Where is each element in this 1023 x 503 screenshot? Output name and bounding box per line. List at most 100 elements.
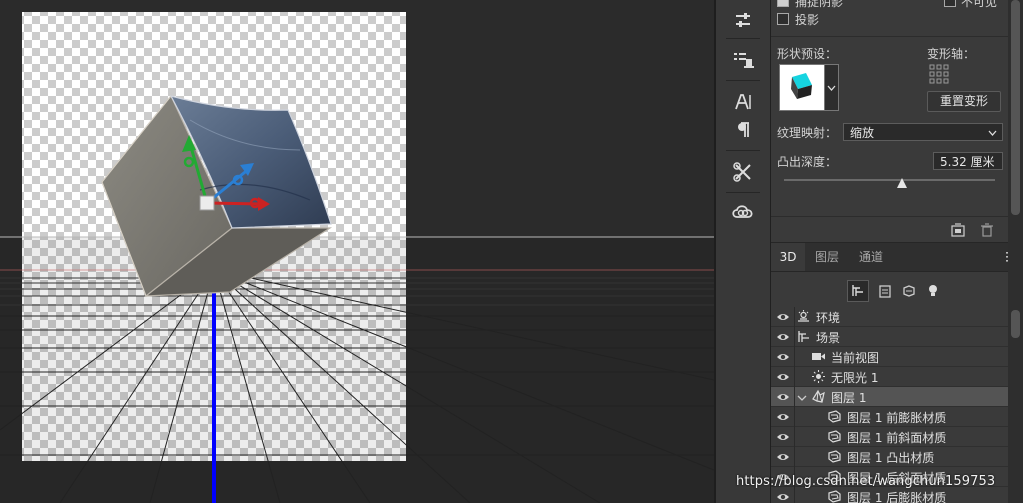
y-axis-line [212,285,216,503]
visibility-eye-icon[interactable] [776,410,790,424]
visibility-eye-icon[interactable] [776,370,790,384]
visibility-eye-icon[interactable] [776,390,790,404]
catch-shadow-label: 捕捉阴影 [795,0,844,9]
layer-row[interactable]: 图层 1 [771,387,1008,407]
panel-tab-bar: 3D 图层 通道 [771,243,1023,272]
invisible-checkbox[interactable] [944,0,956,7]
layer-row[interactable]: 无限光 1 [771,367,1008,387]
camera-icon [811,349,826,364]
visibility-eye-icon[interactable] [776,490,790,503]
filter-meshes-icon[interactable] [877,283,893,299]
visibility-eye-icon[interactable] [776,350,790,364]
extrusion-depth-label: 凸出深度： [777,155,838,169]
render-icon[interactable] [951,223,965,237]
layer-label: 无限光 1 [831,371,879,385]
strip-divider [726,192,760,193]
layer-row[interactable]: 当前视图 [771,347,1008,367]
texture-mapping-value: 缩放 [850,126,875,140]
ground-plane-grid [0,236,714,503]
tab-2[interactable]: 通道 [849,243,893,271]
eye-column-divider [794,327,795,347]
layer-row[interactable]: 环境 [771,307,1008,327]
environment-icon [796,309,811,324]
visibility-eye-icon[interactable] [776,330,790,344]
filter-whole-scene-button[interactable] [847,280,869,302]
layer-label: 图层 1 前斜面材质 [847,431,947,445]
eye-column-divider [794,407,795,427]
eye-column-divider [794,487,795,503]
texture-mapping-select[interactable]: 缩放 [843,123,1003,141]
watermark-text: https://blog.csdn.net/wangchun159753 [736,474,996,489]
list-icon[interactable] [716,48,770,72]
tab-0[interactable]: 3D [771,243,805,271]
chevron-down-icon [827,85,836,91]
catch-shadow-checkbox[interactable] [777,0,789,7]
layer-label: 图层 1 凸出材质 [847,451,935,465]
strip-divider [726,80,760,81]
layer-label: 图层 1 [831,391,867,405]
expand-chevron-icon[interactable] [797,392,807,402]
properties-scroll-thumb[interactable] [1011,0,1020,215]
eye-column-divider [794,347,795,367]
chevron-down-icon [988,130,997,136]
layer-row[interactable]: 图层 1 前斜面材质 [771,427,1008,447]
shape-preset-dropdown[interactable] [824,64,839,111]
layers-scroll-thumb[interactable] [1011,310,1020,338]
visibility-eye-icon[interactable] [776,310,790,324]
properties-panel: 捕捉阴影 不可见 投影 形状预设： 变形轴： 重置变形 纹理映射： 缩放 凸出深… [771,0,1008,242]
tab-1[interactable]: 图层 [805,243,849,271]
scene-filter-icon [852,285,863,296]
filter-lights-icon[interactable] [925,283,941,299]
eye-column-divider [794,387,795,407]
shape-preset-thumbnail[interactable] [779,64,825,111]
extrusion-depth-slider[interactable] [784,179,995,181]
cast-shadow-checkbox[interactable] [777,13,789,25]
eye-column-divider [794,367,795,387]
layer-label: 当前视图 [831,351,880,365]
deform-axis-label: 变形轴： [927,47,976,61]
extrusion-depth-input[interactable]: 5.32 厘米 [933,152,1003,170]
eye-column-divider [794,307,795,327]
section-divider [771,36,1008,37]
shape-preset-label: 形状预设： [777,47,838,61]
layer-row[interactable]: 图层 1 后膨胀材质 [771,487,1008,503]
filter-materials-icon[interactable] [901,283,917,299]
texture-mapping-label: 纹理映射： [777,126,838,140]
material-icon [827,409,842,424]
3d-panel: 3D 图层 通道 环境场景当前视图无限光 1 图层 1 图层 1 前膨胀材质 图层 1 前… [771,243,1023,503]
viewport-canvas[interactable] [0,0,714,503]
reset-deform-button[interactable]: 重置变形 [927,91,1001,112]
character-icon[interactable] [716,90,770,114]
tool-presets-icon[interactable] [716,160,770,184]
layer-row[interactable]: 场景 [771,327,1008,347]
material-icon [827,449,842,464]
panel-icon-strip [716,0,771,503]
layer-label: 图层 1 后膨胀材质 [847,491,947,503]
invisible-label: 不可见 [961,0,998,9]
3d-viewport[interactable] [0,0,714,503]
section-divider [771,216,1008,217]
cast-shadow-label: 投影 [795,13,820,27]
paragraph-icon[interactable] [716,118,770,142]
layer-row[interactable]: 图层 1 前膨胀材质 [771,407,1008,427]
layer-row[interactable]: 图层 1 凸出材质 [771,447,1008,467]
layer-label: 环境 [816,311,841,325]
scene-icon [796,329,811,344]
panel-scrollbar[interactable] [1008,0,1023,503]
deform-axis-grid-icon[interactable] [929,64,951,86]
slider-thumb-icon[interactable] [897,177,908,188]
creative-cloud-icon[interactable] [716,200,770,224]
visibility-eye-icon[interactable] [776,450,790,464]
material-icon [827,429,842,444]
layer-label: 场景 [816,331,841,345]
strip-divider [726,38,760,39]
strip-divider [726,150,760,151]
material-icon [827,489,842,503]
layer-label: 图层 1 前膨胀材质 [847,411,947,425]
trash-icon[interactable] [980,223,994,237]
adjustments-icon[interactable] [716,8,770,32]
mesh-icon [811,389,826,404]
eye-column-divider [794,427,795,447]
visibility-eye-icon[interactable] [776,430,790,444]
eye-column-divider [794,447,795,467]
